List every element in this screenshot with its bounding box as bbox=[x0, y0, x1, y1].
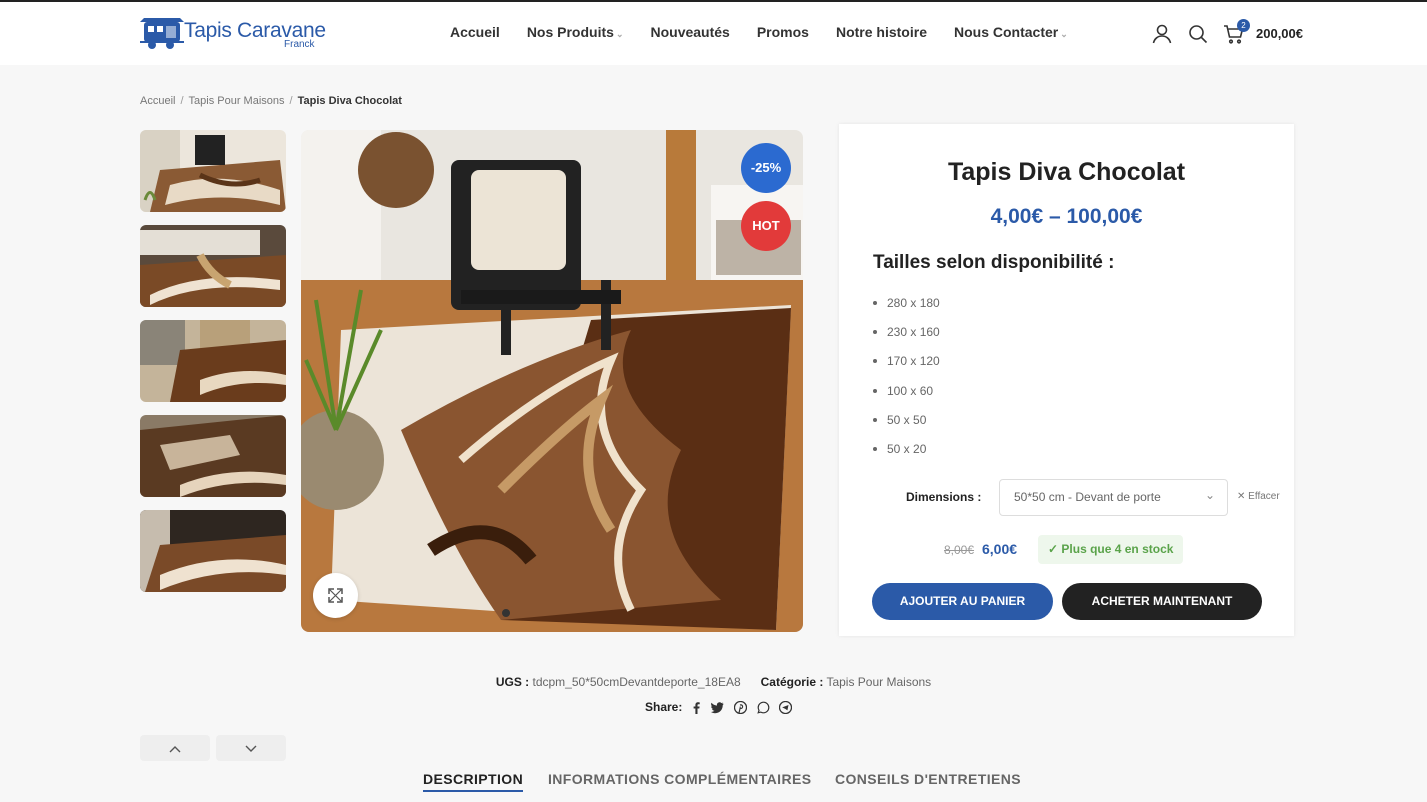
thumbnail-1[interactable] bbox=[140, 130, 286, 212]
old-price: 8,00€ bbox=[944, 543, 975, 557]
category-label: Catégorie : bbox=[760, 675, 824, 689]
pinterest-icon[interactable] bbox=[733, 700, 748, 715]
price-range: 4,00€ – 100,00€ bbox=[990, 205, 1143, 228]
expand-icon bbox=[328, 588, 343, 603]
sale-price: 6,00€ bbox=[982, 541, 1018, 557]
breadcrumb-separator: / bbox=[180, 95, 184, 107]
nav-label: Promos bbox=[756, 24, 809, 40]
cart-count-badge: 2 bbox=[1237, 19, 1250, 32]
size-item: 170 x 120 bbox=[873, 354, 940, 383]
main-product-image[interactable] bbox=[301, 130, 803, 632]
category-link[interactable]: Tapis Pour Maisons bbox=[826, 675, 931, 689]
stock-status: ✓ Plus que 4 en stock bbox=[1038, 535, 1184, 564]
nav-promos[interactable]: Promos bbox=[757, 24, 809, 44]
breadcrumb-current: Tapis Diva Chocolat bbox=[297, 95, 402, 107]
nav-nouveautes[interactable]: Nouveautés bbox=[650, 24, 729, 44]
thumbnail-5[interactable] bbox=[140, 510, 286, 592]
thumbnail-4[interactable] bbox=[140, 415, 286, 497]
thumbnail-image bbox=[140, 415, 286, 497]
zoom-button[interactable] bbox=[313, 573, 358, 618]
nav-label: Nous Contacter bbox=[953, 24, 1059, 40]
buy-now-button[interactable]: ACHETER MAINTENANT bbox=[1062, 583, 1262, 620]
size-item: 230 x 160 bbox=[873, 325, 940, 354]
chevron-down-icon bbox=[245, 745, 257, 752]
nav-nous-contacter[interactable]: Nous Contacter ⌄ bbox=[954, 24, 1068, 44]
logo-subtitle: Franck bbox=[284, 39, 315, 50]
site-logo[interactable]: Tapis Caravane Franck bbox=[140, 16, 330, 52]
sale-badge: -25% bbox=[741, 143, 791, 193]
add-to-cart-button[interactable]: AJOUTER AU PANIER bbox=[872, 583, 1053, 620]
nav-label: Nouveautés bbox=[650, 24, 730, 40]
nav-label: Notre histoire bbox=[835, 24, 927, 40]
tab-informations[interactable]: INFORMATIONS COMPLÉMENTAIRES bbox=[548, 771, 811, 787]
breadcrumb-separator: / bbox=[289, 95, 293, 107]
breadcrumb: Accueil / Tapis Pour Maisons / Tapis Diva Ch… bbox=[140, 95, 402, 107]
chevron-up-icon bbox=[169, 746, 181, 753]
dimensions-label: Dimensions : bbox=[906, 490, 982, 504]
tab-description[interactable]: DESCRIPTION bbox=[423, 771, 524, 792]
close-icon: ✕ bbox=[1237, 491, 1246, 502]
chevron-down-icon: ⌄ bbox=[1204, 488, 1215, 502]
product-photo bbox=[301, 130, 803, 632]
thumbnail-2[interactable] bbox=[140, 225, 286, 307]
stock-text: Plus que 4 en stock bbox=[1061, 542, 1174, 556]
main-nav: Accueil Nos Produits ⌄ Nouveautés Promos … bbox=[450, 24, 1095, 44]
user-icon[interactable] bbox=[1150, 22, 1174, 46]
nav-label: Accueil bbox=[450, 24, 500, 40]
clear-label: Effacer bbox=[1248, 491, 1280, 502]
chevron-down-icon: ⌄ bbox=[615, 29, 624, 39]
telegram-icon[interactable] bbox=[778, 700, 793, 715]
dimensions-select[interactable]: 50*50 cm - Devant de porte ⌄ bbox=[999, 479, 1228, 516]
thumbnail-prev-button[interactable] bbox=[140, 735, 210, 761]
thumbnail-3[interactable] bbox=[140, 320, 286, 402]
facebook-icon[interactable] bbox=[690, 701, 703, 714]
gallery-dot[interactable] bbox=[502, 609, 510, 617]
site-header: Tapis Caravane Franck Accueil Nos Produi… bbox=[0, 2, 1427, 65]
size-item: 50 x 20 bbox=[873, 442, 940, 471]
size-item: 50 x 50 bbox=[873, 413, 940, 442]
hot-badge: HOT bbox=[741, 201, 791, 251]
tab-conseils[interactable]: CONSEILS D'ENTRETIENS bbox=[835, 771, 1021, 787]
nav-notre-histoire[interactable]: Notre histoire bbox=[836, 24, 927, 44]
share-label: Share: bbox=[645, 700, 683, 714]
breadcrumb-link[interactable]: Tapis Pour Maisons bbox=[189, 95, 285, 107]
product-summary: Tapis Diva Chocolat 4,00€ – 100,00€ Tail… bbox=[839, 124, 1294, 636]
sizes-heading: Tailles selon disponibilité : bbox=[873, 252, 1115, 273]
caravan-logo-icon bbox=[140, 18, 184, 49]
twitter-icon[interactable] bbox=[711, 701, 724, 714]
thumbnail-image bbox=[140, 320, 286, 402]
thumbnail-next-button[interactable] bbox=[216, 735, 286, 761]
thumbnail-image bbox=[140, 225, 286, 307]
thumbnail-image bbox=[140, 130, 286, 212]
nav-nos-produits[interactable]: Nos Produits ⌄ bbox=[527, 24, 624, 44]
chevron-down-icon: ⌄ bbox=[1060, 29, 1068, 39]
nav-label: Nos Produits bbox=[526, 24, 614, 40]
thumbnail-image bbox=[140, 510, 286, 592]
product-title: Tapis Diva Chocolat bbox=[947, 158, 1186, 186]
check-icon: ✓ bbox=[1048, 542, 1059, 556]
whatsapp-icon[interactable] bbox=[757, 701, 770, 714]
product-meta: UGS : tdcpm_50*50cmDevantdeporte_18EA8 Ca… bbox=[0, 675, 1427, 689]
search-icon[interactable] bbox=[1186, 22, 1210, 46]
sizes-list: 280 x 180 230 x 160 170 x 120 100 x 60 5… bbox=[873, 296, 940, 471]
cart-total[interactable]: 200,00€ bbox=[1256, 26, 1303, 41]
dimensions-value: 50*50 cm - Devant de porte bbox=[1014, 490, 1161, 504]
size-item: 100 x 60 bbox=[873, 384, 940, 413]
sku-label: UGS : bbox=[495, 675, 530, 689]
size-item: 280 x 180 bbox=[873, 296, 940, 325]
clear-selection-link[interactable]: ✕ Effacer bbox=[1237, 491, 1280, 502]
sku-value: tdcpm_50*50cmDevantdeporte_18EA8 bbox=[532, 675, 741, 689]
nav-accueil[interactable]: Accueil bbox=[450, 24, 500, 44]
breadcrumb-link[interactable]: Accueil bbox=[140, 95, 175, 107]
